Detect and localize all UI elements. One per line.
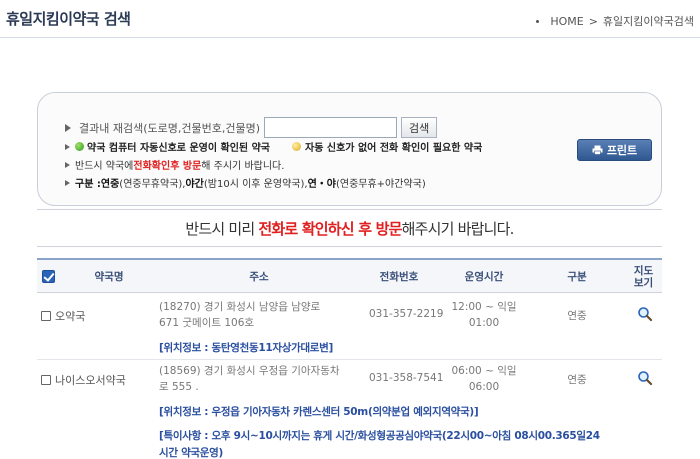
header-map-line2: 보기 [633, 276, 654, 289]
pharmacy-name-cell: 나이스오서약국 [41, 372, 126, 388]
print-label: 프린트 [606, 144, 638, 157]
page-header: 휴일지킴이약국 검색 HOME > 휴일지킴이약국검색 [0, 0, 700, 38]
location-info: [위치정보 : 우정읍 기아자동차 카렌스센터 50m(의약분업 예외지역약국)… [159, 406, 479, 418]
kind-2: 야간 [185, 179, 204, 190]
header-map-line1: 지도 [633, 264, 654, 277]
main-notice-suffix: 해주시기 바랍니다. [401, 220, 515, 238]
table-header: 약국명 주소 전화번호 운영시간 구분 지도 보기 [37, 258, 662, 293]
pharmacy-name-cell: 오약국 [41, 308, 85, 324]
kind-1-desc: (연중무휴약국), [119, 179, 186, 190]
pharmacy-name[interactable]: 나이스오서약국 [55, 372, 126, 388]
search-row: 결과내 재검색(도로명,건물번호,건물명) 검색 [65, 117, 438, 138]
address-cell: (18569) 경기 화성시 우정읍 기아자동차 로 555 . [159, 363, 359, 395]
header-map: 지도 보기 [625, 260, 662, 293]
address-line1: (18569) 경기 화성시 우정읍 기아자동차 [159, 365, 340, 377]
map-cell [637, 370, 653, 389]
breadcrumb-current[interactable]: 휴일지킴이약국검색 [603, 13, 694, 29]
special-line2: 시간 약국운영) [159, 447, 224, 459]
kind-3: 연・야 [307, 179, 336, 190]
search-label: 결과내 재검색(도로명,건물번호,건물명) [79, 121, 260, 135]
header-kind: 구분 [567, 270, 587, 283]
main-notice-highlight: 전화로 확인하신 후 방문 [258, 220, 402, 238]
status-legend: 약국 컴퓨터 자동신호로 운영이 확인된 약국 자동 신호가 없어 전화 확인이… [65, 139, 482, 154]
pharmacy-table: 약국명 주소 전화번호 운영시간 구분 지도 보기 오약국 (18270) 경기… [37, 258, 662, 459]
address-line2: 로 555 . [159, 381, 199, 393]
magnifier-icon[interactable] [637, 370, 653, 386]
table-row: 오약국 (18270) 경기 화성시 남양읍 남양로 671 굿메이트 106호… [37, 293, 662, 360]
triangle-bullet-icon [65, 179, 70, 186]
header-address: 주소 [249, 270, 269, 283]
hours-line2: 01:00 [468, 317, 500, 329]
legend-yellow-label: 자동 신호가 없어 전화 확인이 필요한 약국 [305, 143, 483, 154]
row-checkbox[interactable] [41, 311, 51, 321]
header-phone: 전화번호 [379, 270, 419, 283]
bullet-icon [536, 19, 540, 23]
hours-line1: 12:00 ~ 익일 [451, 301, 517, 313]
address-line1: (18270) 경기 화성시 남양읍 남양로 [159, 301, 321, 313]
map-cell [637, 306, 653, 325]
kind-legend: 구분 : 연중 (연중무휴약국), 야간 (밤10시 이후 운영약국), 연・야… [65, 175, 426, 190]
phone-cell: 031-357-2219 [369, 308, 444, 320]
address-line2: 671 굿메이트 106호 [159, 317, 255, 329]
magnifier-icon[interactable] [637, 306, 653, 322]
hours-line2: 06:00 [468, 381, 500, 393]
main-notice-prefix: 반드시 미리 [185, 220, 259, 238]
special-info: [특이사항 : 오후 9시~10시까지는 휴게 시간/화성형공공심야약국(22시… [159, 428, 662, 459]
breadcrumb-home[interactable]: HOME [550, 15, 583, 28]
select-all-cell [37, 260, 59, 293]
triangle-bullet-icon [65, 123, 71, 132]
kind-2-desc: (밤10시 이후 운영약국), [203, 179, 308, 190]
green-status-dot-icon [75, 142, 84, 151]
header-name: 약국명 [94, 270, 124, 283]
header-hours: 운영시간 [464, 270, 504, 283]
address-cell: (18270) 경기 화성시 남양읍 남양로 671 굿메이트 106호 [159, 299, 359, 331]
kind-cell: 연중 [567, 310, 587, 322]
triangle-bullet-icon [65, 161, 70, 168]
search-button[interactable]: 검색 [401, 117, 438, 138]
triangle-bullet-icon [65, 143, 70, 150]
main-notice: 반드시 미리 전화로 확인하신 후 방문해주시기 바랍니다. [37, 209, 662, 247]
page-title: 휴일지킴이약국 검색 [6, 10, 131, 28]
location-info: [위치정보 : 동탄영천동11자상가대로변] [159, 342, 334, 354]
select-all-checkbox[interactable] [41, 270, 55, 283]
row-checkbox[interactable] [41, 375, 51, 385]
search-panel: 결과내 재검색(도로명,건물번호,건물명) 검색 약국 컴퓨터 자동신호로 운영… [37, 92, 662, 206]
notice-highlight: 전화확인후 방문 [133, 161, 202, 172]
kind-3-desc: (연중무휴+야간약국) [335, 179, 426, 190]
notice-prefix: 반드시 약국에 [75, 161, 134, 172]
hours-cell: 12:00 ~ 익일 01:00 [439, 299, 529, 331]
special-line1: [특이사항 : 오후 9시~10시까지는 휴게 시간/화성형공공심야약국(22시… [159, 430, 600, 442]
search-input[interactable] [264, 117, 397, 138]
breadcrumb-separator: > [588, 14, 598, 28]
print-button[interactable]: 프린트 [577, 139, 652, 161]
yellow-status-dot-icon [292, 142, 302, 151]
hours-cell: 06:00 ~ 익일 06:00 [439, 363, 529, 395]
table-row: 나이스오서약국 (18569) 경기 화성시 우정읍 기아자동차 로 555 .… [37, 360, 662, 459]
pharmacy-name[interactable]: 오약국 [55, 308, 85, 324]
legend-green-label: 약국 컴퓨터 자동신호로 운영이 확인된 약국 [87, 143, 271, 154]
printer-icon [592, 145, 603, 155]
call-notice: 반드시 약국에 전화확인후 방문 해 주시기 바랍니다. [65, 157, 284, 172]
phone-cell: 031-358-7541 [369, 372, 444, 384]
kind-1: 연중 [100, 179, 120, 190]
hours-line1: 06:00 ~ 익일 [451, 365, 517, 377]
kind-cell: 연중 [567, 374, 587, 386]
kind-label: 구분 : [75, 179, 101, 190]
notice-suffix: 해 주시기 바랍니다. [201, 161, 285, 172]
breadcrumb: HOME > 휴일지킴이약국검색 [536, 13, 694, 29]
